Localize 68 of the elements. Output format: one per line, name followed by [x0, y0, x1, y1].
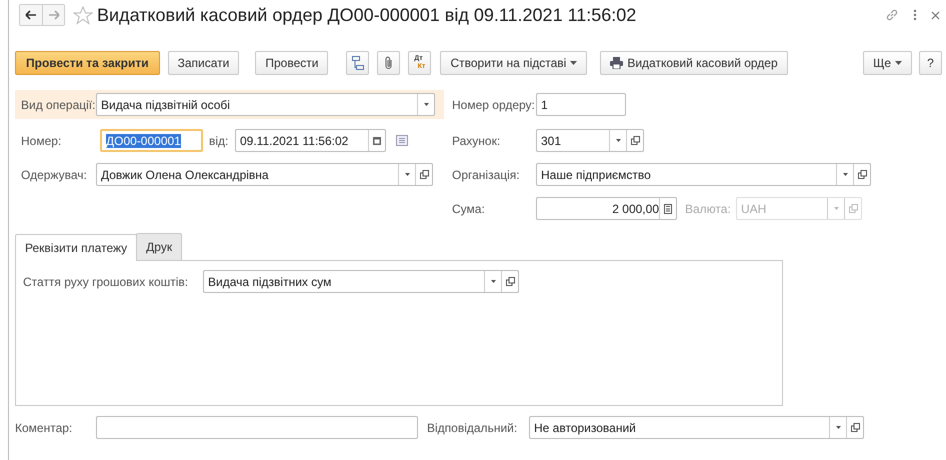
cash-flow-item-field[interactable]: Видача підзвітних сум — [203, 270, 519, 293]
organization-field[interactable]: Наше підприємство — [536, 163, 871, 186]
order-number-field[interactable]: 1 — [536, 93, 626, 116]
forward-arrow-icon — [48, 10, 60, 20]
responsible-field[interactable]: Не авторизований — [529, 416, 864, 439]
number-field[interactable]: ДО00-000001 — [100, 129, 203, 152]
back-button[interactable] — [20, 5, 42, 25]
field-label: Рахунок: — [452, 134, 502, 148]
account-field[interactable]: 301 — [536, 129, 644, 152]
caret-icon — [424, 103, 428, 106]
attach-button[interactable] — [377, 51, 400, 75]
comment-field[interactable] — [96, 416, 418, 439]
open-button[interactable] — [846, 417, 863, 438]
calculator-icon — [664, 204, 672, 214]
open-window-icon — [420, 170, 428, 179]
list-icon[interactable] — [396, 135, 408, 146]
open-window-icon — [630, 136, 640, 145]
caret-icon — [570, 61, 578, 65]
open-button[interactable] — [415, 164, 432, 185]
tab[interactable]: Друк — [136, 233, 182, 260]
open-window-icon — [848, 204, 858, 213]
field-label: Стаття руху грошових коштів: — [23, 274, 190, 288]
post-button[interactable]: Провести — [255, 51, 328, 75]
open-button[interactable] — [853, 164, 870, 185]
open-button[interactable] — [501, 271, 518, 292]
save-button[interactable]: Записати — [168, 51, 240, 75]
close-icon[interactable] — [931, 10, 940, 20]
caret-icon — [895, 61, 902, 65]
more-button[interactable]: Ще — [863, 51, 912, 75]
field-label: Номер ордеру: — [452, 98, 536, 112]
amount-field[interactable]: 2 000,00 — [536, 197, 677, 220]
field-label: Сума: — [452, 202, 486, 216]
print-button[interactable]: Видатковий касовий ордер — [600, 51, 788, 75]
structure-button[interactable] — [346, 51, 370, 75]
caret-icon — [842, 173, 848, 176]
back-arrow-icon — [25, 10, 37, 20]
open-button[interactable] — [626, 130, 643, 151]
caret-icon — [490, 280, 496, 283]
post-and-close-button[interactable]: Провести та закрити — [15, 51, 160, 75]
caret-icon — [616, 139, 620, 142]
structure-icon — [352, 56, 364, 70]
field-label: Відповідальний: — [427, 420, 518, 434]
field-label: Організація: — [452, 168, 521, 182]
tab[interactable]: Реквізити платежу — [15, 234, 138, 261]
field-label: від: — [209, 134, 230, 148]
field-label: Одержувач: — [21, 168, 88, 182]
link-icon[interactable] — [885, 8, 899, 22]
window-title: Видатковий касовий ордер ДО00-000001 від 09.11.2021 11:56:02 — [97, 4, 636, 26]
star-icon[interactable] — [73, 6, 93, 24]
calendar-icon — [373, 136, 381, 145]
caret-icon — [404, 173, 410, 176]
open-window-icon — [506, 277, 514, 286]
field-label: Вид операції: — [21, 98, 96, 112]
open-window-icon — [858, 170, 866, 179]
open-window-icon — [850, 423, 860, 432]
caret-icon — [834, 207, 838, 210]
field-label: Коментар: — [15, 420, 74, 434]
date-field[interactable]: 09.11.2021 11:56:02 — [235, 129, 386, 152]
recipient-field[interactable]: Довжик Олена Олександрівна — [96, 163, 433, 186]
paperclip-icon — [384, 56, 394, 70]
caret-icon — [836, 426, 840, 429]
field-label: Валюта: — [685, 202, 732, 216]
help-button[interactable]: ? — [919, 51, 942, 75]
operation-type-field[interactable]: Видача підзвітній особі — [96, 93, 435, 116]
more-icon[interactable] — [913, 9, 917, 21]
printer-icon — [610, 57, 624, 69]
create-based-on-button[interactable]: Створити на підставі — [440, 51, 588, 75]
field-label: Номер: — [21, 134, 62, 148]
